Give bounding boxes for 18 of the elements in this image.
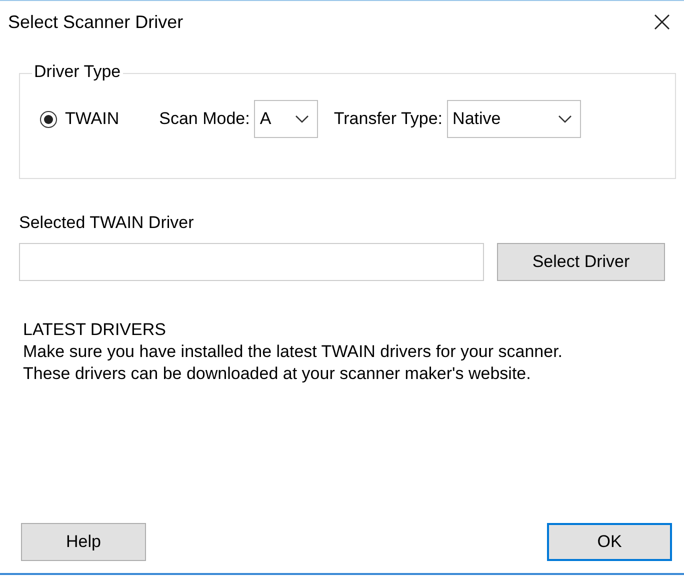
dialog-button[interactable]: Help — [21, 523, 146, 561]
group-title: Driver Type — [32, 62, 123, 82]
scan-mode-dropdown[interactable]: A — [254, 100, 318, 138]
close-icon — [654, 14, 670, 30]
info-text: Make sure you have installed the latest TWAIN drivers for your scanner. — [23, 341, 564, 363]
radio-button[interactable]: TWAIN — [40, 109, 120, 129]
dialog-button[interactable]: OK — [547, 523, 672, 561]
field-label: Selected TWAIN Driver — [19, 213, 195, 233]
transfer-type-label: Transfer Type: — [334, 109, 443, 129]
info-text: These drivers can be downloaded at your scanner maker's website. — [23, 363, 532, 385]
select-driver-button[interactable]: Select Driver — [497, 243, 665, 281]
chevron-down-icon — [294, 115, 309, 123]
transfer-type-dropdown[interactable]: Native — [446, 100, 581, 138]
info-heading: LATEST DRIVERS — [23, 319, 167, 341]
scan-mode-label: Scan Mode: — [159, 109, 250, 129]
window-title: Select Scanner Driver — [8, 12, 184, 32]
driver-field[interactable] — [19, 243, 484, 281]
chevron-down-icon — [558, 115, 572, 123]
